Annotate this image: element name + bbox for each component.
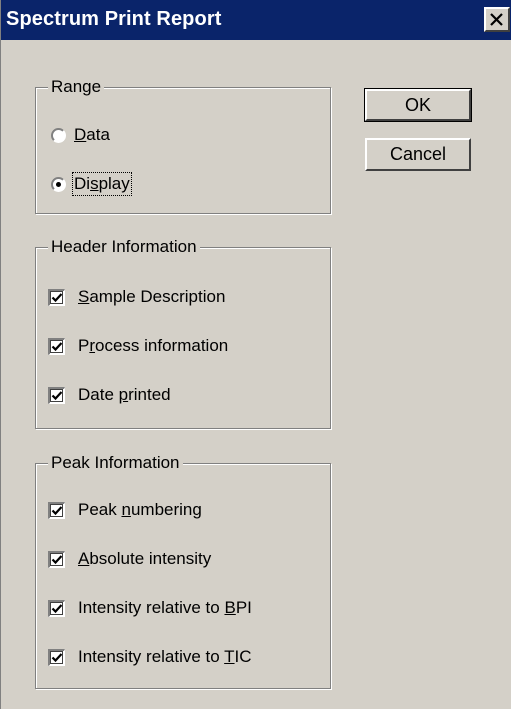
intensity-relative-bpi-check-box[interactable] <box>48 599 65 617</box>
checkmark-icon <box>51 505 63 515</box>
title-bar: Spectrum Print Report <box>1 0 511 40</box>
date-printed-check-box[interactable] <box>48 386 65 404</box>
date-printed-checkbox[interactable]: Date printed <box>48 382 171 408</box>
checkmark-icon <box>51 341 63 351</box>
absolute-intensity-label: Absolute intensity <box>78 549 212 568</box>
display-radio-label: Display <box>72 172 132 196</box>
header-information-group-label: Header Information <box>48 236 200 258</box>
close-icon <box>490 13 503 26</box>
peak-numbering-label: Peak numbering <box>78 500 202 519</box>
sample-description-label: Sample Description <box>78 287 226 306</box>
spectrum-print-report-dialog: Spectrum Print Report Range Data Display… <box>0 0 511 709</box>
display-radio-circle[interactable] <box>51 176 66 192</box>
window-title: Spectrum Print Report <box>6 8 222 30</box>
data-radio-circle[interactable] <box>51 127 66 143</box>
header-information-group: Header Information Sample Description Pr… <box>35 236 331 429</box>
process-information-label: Process information <box>78 336 229 355</box>
absolute-intensity-checkbox[interactable]: Absolute intensity <box>48 546 211 572</box>
checkmark-icon <box>51 603 63 613</box>
close-button[interactable] <box>484 7 510 32</box>
sample-description-checkbox[interactable]: Sample Description <box>48 284 225 310</box>
range-display-radio[interactable]: Display <box>51 171 132 197</box>
peak-information-group: Peak Information Peak numbering Absolute… <box>35 452 331 689</box>
peak-information-group-label: Peak Information <box>48 452 183 474</box>
checkmark-icon <box>51 390 63 400</box>
process-information-checkbox[interactable]: Process information <box>48 333 228 359</box>
cancel-button[interactable]: Cancel <box>365 138 471 171</box>
data-radio-label: Data <box>74 125 110 144</box>
intensity-relative-tic-check-box[interactable] <box>48 648 65 666</box>
intensity-relative-tic-label: Intensity relative to TIC <box>78 647 252 666</box>
range-group: Range Data Display <box>35 76 331 214</box>
ok-button[interactable]: OK <box>364 88 472 122</box>
process-information-check-box[interactable] <box>48 337 65 355</box>
sample-description-check-box[interactable] <box>48 288 65 306</box>
range-data-radio[interactable]: Data <box>51 122 110 148</box>
peak-numbering-check-box[interactable] <box>48 501 65 519</box>
checkmark-icon <box>51 554 63 564</box>
checkmark-icon <box>51 652 63 662</box>
range-group-label: Range <box>48 76 105 98</box>
intensity-relative-tic-checkbox[interactable]: Intensity relative to TIC <box>48 644 252 670</box>
checkmark-icon <box>51 292 63 302</box>
date-printed-label: Date printed <box>78 385 171 404</box>
intensity-relative-bpi-label: Intensity relative to BPI <box>78 598 252 617</box>
absolute-intensity-check-box[interactable] <box>48 550 65 568</box>
peak-numbering-checkbox[interactable]: Peak numbering <box>48 497 202 523</box>
intensity-relative-bpi-checkbox[interactable]: Intensity relative to BPI <box>48 595 252 621</box>
